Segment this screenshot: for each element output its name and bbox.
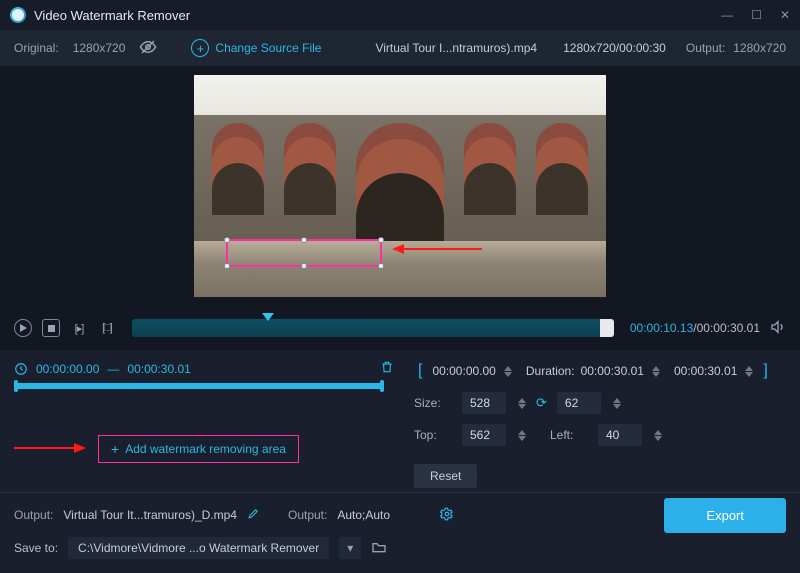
top-stepper[interactable] xyxy=(518,430,526,441)
duration-value: 00:00:30.01 xyxy=(581,364,644,378)
range-end-stepper[interactable] xyxy=(745,366,753,377)
timeline-end-handle[interactable] xyxy=(600,319,614,337)
app-logo-icon xyxy=(10,7,26,23)
reset-button[interactable]: Reset xyxy=(414,464,477,488)
annotation-arrow-icon xyxy=(14,442,86,457)
duration-label: Duration: xyxy=(526,364,575,378)
range-start-value: 00:00:00.00 xyxy=(432,364,495,378)
range-start-stepper[interactable] xyxy=(504,366,512,377)
segment-start: 00:00:00.00 xyxy=(36,362,99,376)
save-path-input[interactable]: C:\Vidmore\Vidmore ...o Watermark Remove… xyxy=(68,537,329,559)
resize-handle-icon[interactable] xyxy=(378,263,384,269)
segment-header[interactable]: 00:00:00.00 — 00:00:30.01 xyxy=(14,360,394,377)
annotation-arrow-icon xyxy=(392,242,482,259)
time-display: 00:00:10.13/00:00:30.01 xyxy=(630,321,760,335)
volume-icon[interactable] xyxy=(770,319,786,338)
titlebar: Video Watermark Remover — ☐ ✕ xyxy=(0,0,800,30)
resize-handle-icon[interactable] xyxy=(378,237,384,243)
timeline-scrubber[interactable] xyxy=(132,319,614,337)
export-button[interactable]: Export xyxy=(664,498,786,533)
duration-stepper[interactable] xyxy=(652,366,660,377)
resize-handle-icon[interactable] xyxy=(301,237,307,243)
size-height-input[interactable]: 62 xyxy=(557,392,601,414)
output-label: Output: xyxy=(686,41,725,55)
segment-range-bar[interactable] xyxy=(14,383,384,389)
left-stepper[interactable] xyxy=(654,430,662,441)
add-watermark-label: Add watermark removing area xyxy=(125,442,286,456)
toolbar: Original: 1280x720 + Change Source File … xyxy=(0,30,800,66)
top-label: Top: xyxy=(414,428,452,442)
original-label: Original: xyxy=(14,41,59,55)
change-source-label: Change Source File xyxy=(215,41,321,55)
segment-sep: — xyxy=(107,362,119,376)
size-height-stepper[interactable] xyxy=(613,398,621,409)
clock-icon xyxy=(14,362,28,376)
playback-controls: [▸] [□] 00:00:10.13/00:00:30.01 xyxy=(0,306,800,350)
edit-output-name-icon[interactable] xyxy=(247,507,260,523)
close-icon[interactable]: ✕ xyxy=(780,8,790,22)
range-start-bracket-icon[interactable]: [ xyxy=(414,362,426,380)
save-to-label: Save to: xyxy=(14,541,58,555)
range-end-bracket-icon[interactable]: ] xyxy=(759,362,771,380)
playhead-icon[interactable] xyxy=(262,313,274,321)
segment-end: 00:00:30.01 xyxy=(127,362,190,376)
stop-button[interactable] xyxy=(42,319,60,337)
source-file-name: Virtual Tour I...ntramuros).mp4 xyxy=(375,41,537,55)
original-dim: 1280x720 xyxy=(73,41,126,55)
output-settings-icon[interactable] xyxy=(440,507,454,524)
add-watermark-area-button[interactable]: + Add watermark removing area xyxy=(98,435,299,463)
preview-area xyxy=(0,66,800,306)
plus-circle-icon: + xyxy=(191,39,209,57)
toggle-preview-icon[interactable] xyxy=(139,38,157,59)
mark-in-button[interactable]: [▸] xyxy=(70,319,88,337)
source-file-meta: 1280x720/00:00:30 xyxy=(563,41,666,55)
video-preview[interactable] xyxy=(194,75,606,297)
open-folder-icon[interactable] xyxy=(371,540,387,557)
output-file-value: Virtual Tour It...tramuros)_D.mp4 xyxy=(63,508,237,522)
total-time: 00:00:30.01 xyxy=(697,321,760,335)
bottom-panel: Output: Virtual Tour It...tramuros)_D.mp… xyxy=(0,493,800,573)
save-path-dropdown[interactable]: ▾ xyxy=(339,537,361,559)
output-format-label: Output: xyxy=(288,508,327,522)
resize-handle-icon[interactable] xyxy=(301,263,307,269)
size-width-input[interactable]: 528 xyxy=(462,392,506,414)
size-width-stepper[interactable] xyxy=(518,398,526,409)
left-input[interactable]: 40 xyxy=(598,424,642,446)
minimize-icon[interactable]: — xyxy=(721,8,733,22)
plus-icon: + xyxy=(111,441,119,457)
output-dim: 1280x720 xyxy=(733,41,786,55)
output-format-value: Auto;Auto xyxy=(337,508,390,522)
watermark-selection-box[interactable] xyxy=(226,239,382,267)
delete-segment-icon[interactable] xyxy=(380,360,394,377)
resize-handle-icon[interactable] xyxy=(224,263,230,269)
left-label: Left: xyxy=(550,428,588,442)
size-label: Size: xyxy=(414,396,452,410)
mark-out-button[interactable]: [□] xyxy=(98,319,116,337)
app-title: Video Watermark Remover xyxy=(34,8,190,23)
maximize-icon[interactable]: ☐ xyxy=(751,8,762,22)
time-range-row: [ 00:00:00.00 Duration: 00:00:30.01 00:00… xyxy=(414,362,786,380)
current-time: 00:00:10.13 xyxy=(630,321,693,335)
resize-handle-icon[interactable] xyxy=(224,237,230,243)
change-source-button[interactable]: + Change Source File xyxy=(191,39,321,57)
output-file-label: Output: xyxy=(14,508,53,522)
link-aspect-icon[interactable]: ⟳ xyxy=(536,395,547,411)
play-button[interactable] xyxy=(14,319,32,337)
segment-panel: 00:00:00.00 — 00:00:30.01 + Add watermar… xyxy=(0,350,800,492)
range-end-value: 00:00:30.01 xyxy=(674,364,737,378)
top-input[interactable]: 562 xyxy=(462,424,506,446)
